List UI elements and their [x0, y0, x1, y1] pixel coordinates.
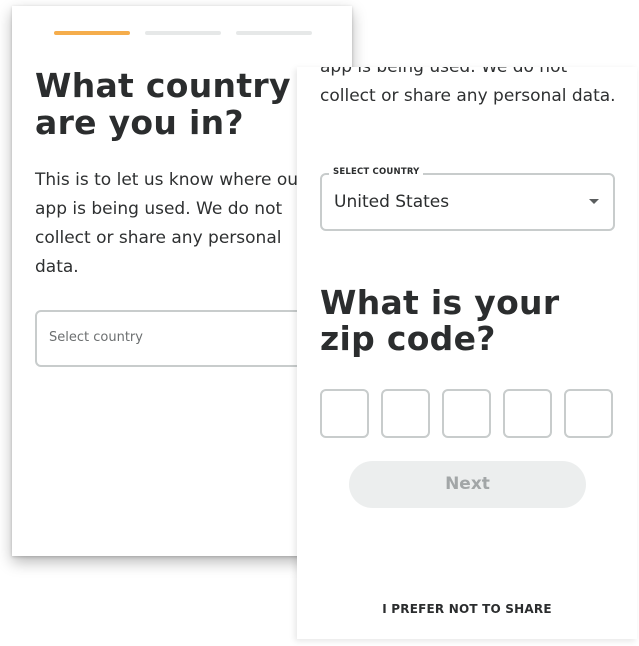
progress-step-3 [236, 31, 312, 35]
screens-composite: What country are you in? This is to let … [0, 0, 639, 646]
zip-digit-1[interactable] [320, 389, 369, 438]
page-title: What country are you in? [35, 66, 291, 142]
progress-indicator [54, 31, 312, 35]
zip-screen: app is being used. We do not collect or … [297, 67, 637, 639]
progress-step-2 [145, 31, 221, 35]
zip-digit-4[interactable] [503, 389, 552, 438]
privacy-description: app is being used. We do not collect or … [320, 67, 616, 106]
zip-code-input [320, 389, 613, 438]
country-select-label: SELECT COUNTRY [329, 167, 424, 177]
zip-digit-3[interactable] [442, 389, 491, 438]
next-button[interactable]: Next [349, 461, 586, 508]
country-select[interactable]: Select country [35, 310, 325, 367]
dropdown-caret-icon [589, 199, 599, 204]
prefer-not-to-share-link[interactable]: I PREFER NOT TO SHARE [297, 602, 637, 616]
zip-title: What is your zip code? [320, 283, 560, 358]
country-select-value: United States [334, 192, 450, 212]
zip-digit-2[interactable] [381, 389, 430, 438]
progress-step-1 [54, 31, 130, 35]
country-select[interactable]: SELECT COUNTRY United States [320, 167, 615, 231]
country-select-placeholder: Select country [49, 330, 143, 345]
zip-digit-5[interactable] [564, 389, 613, 438]
privacy-description: This is to let us know where our app is … [35, 170, 305, 277]
